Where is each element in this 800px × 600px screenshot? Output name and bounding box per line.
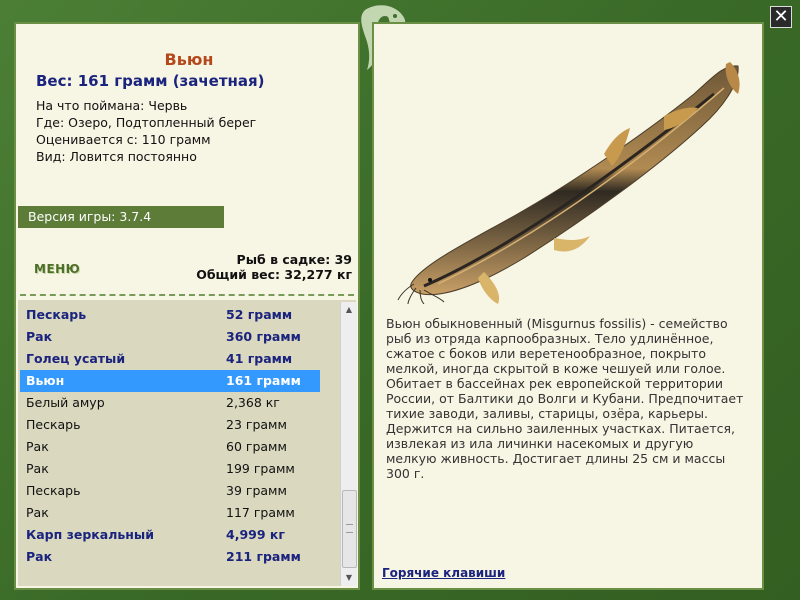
game-window: ✕ Вьюн Вес: 161 грамм (зачетная) На что … bbox=[0, 0, 800, 600]
catch-weight: 360 грамм bbox=[226, 329, 301, 344]
total-weight: Общий вес: 32,277 кг bbox=[196, 267, 352, 282]
catch-name: Вьюн bbox=[26, 373, 65, 388]
scroll-up-icon[interactable]: ▲ bbox=[341, 302, 357, 318]
score-threshold-info: Оценивается с: 110 грамм bbox=[36, 132, 211, 147]
fish-description-panel: Вьюн обыкновенный (Misgurnus fossilis) -… bbox=[372, 22, 764, 590]
catch-name: Рак bbox=[26, 439, 49, 454]
bait-info: На что поймана: Червь bbox=[36, 98, 188, 113]
close-icon: ✕ bbox=[773, 6, 789, 27]
catch-row[interactable]: Пескарь 23 грамм bbox=[20, 414, 320, 436]
catch-row[interactable]: Карп зеркальный 4,999 кг bbox=[20, 524, 320, 546]
version-label: Версия игры: 3.7.4 bbox=[18, 206, 224, 228]
catch-name: Пескарь bbox=[26, 483, 81, 498]
catch-list: Пескарь 52 грамм Рак 360 грамм Голец усатый 4… bbox=[18, 300, 357, 586]
catch-name: Рак bbox=[26, 505, 49, 520]
catch-weight: 117 грамм bbox=[226, 505, 295, 520]
scrollbar[interactable]: ▲ ▼ bbox=[340, 302, 357, 586]
catch-weight: 52 грамм bbox=[226, 307, 293, 322]
catch-name: Карп зеркальный bbox=[26, 527, 154, 542]
catch-name: Рак bbox=[26, 329, 53, 344]
keepnet-stats: Рыб в садке: 39 Общий вес: 32,277 кг bbox=[196, 252, 352, 282]
catch-weight: 23 грамм bbox=[226, 417, 287, 432]
menu-button[interactable]: МЕНЮ bbox=[34, 262, 80, 276]
fish-count: Рыб в садке: 39 bbox=[236, 252, 352, 267]
catch-row[interactable]: Рак 60 грамм bbox=[20, 436, 320, 458]
catch-row[interactable]: Пескарь 52 грамм bbox=[20, 304, 320, 326]
fish-weight: Вес: 161 грамм (зачетная) bbox=[36, 72, 265, 90]
catch-row[interactable]: Пескарь 39 грамм bbox=[20, 480, 320, 502]
catch-weight: 39 грамм bbox=[226, 483, 287, 498]
fish-illustration bbox=[397, 62, 740, 304]
catch-weight: 2,368 кг bbox=[226, 395, 280, 410]
catch-weight: 60 грамм bbox=[226, 439, 287, 454]
catch-row[interactable]: Рак 211 грамм bbox=[20, 546, 320, 568]
scroll-thumb[interactable] bbox=[342, 490, 357, 568]
grip-icon bbox=[346, 524, 353, 533]
catch-name: Рак bbox=[26, 461, 49, 476]
fish-description: Вьюн обыкновенный (Misgurnus fossilis) -… bbox=[386, 316, 744, 481]
catch-name: Рак bbox=[26, 549, 53, 564]
catch-name: Голец усатый bbox=[26, 351, 126, 366]
catch-row[interactable]: Рак 199 грамм bbox=[20, 458, 320, 480]
catch-row[interactable]: Вьюн 161 грамм bbox=[20, 370, 320, 392]
catch-row[interactable]: Белый амур 2,368 кг bbox=[20, 392, 320, 414]
fish-details: На что поймана: Червь Где: Озеро, Подтоп… bbox=[36, 97, 256, 165]
catch-weight: 41 грамм bbox=[226, 351, 293, 366]
fish-info-panel: Вьюн Вес: 161 грамм (зачетная) На что по… bbox=[14, 22, 360, 590]
catch-row[interactable]: Рак 360 грамм bbox=[20, 326, 320, 348]
catch-weight: 4,999 кг bbox=[226, 527, 285, 542]
catch-row[interactable]: Голец усатый 41 грамм bbox=[20, 348, 320, 370]
scroll-down-icon[interactable]: ▼ bbox=[341, 570, 357, 586]
divider bbox=[20, 294, 354, 296]
location-info: Где: Озеро, Подтопленный берег bbox=[36, 115, 257, 130]
catch-name: Пескарь bbox=[26, 417, 81, 432]
catch-name: Пескарь bbox=[26, 307, 87, 322]
catch-weight: 199 грамм bbox=[226, 461, 295, 476]
frequency-info: Вид: Ловится постоянно bbox=[36, 149, 197, 164]
catch-weight: 161 грамм bbox=[226, 373, 301, 388]
catch-name: Белый амур bbox=[26, 395, 105, 410]
fish-title: Вьюн bbox=[164, 50, 214, 69]
hotkeys-link[interactable]: Горячие клавиши bbox=[382, 566, 505, 580]
catch-weight: 211 грамм bbox=[226, 549, 301, 564]
catch-row[interactable]: Рак 117 грамм bbox=[20, 502, 320, 524]
close-button[interactable]: ✕ bbox=[770, 6, 792, 28]
